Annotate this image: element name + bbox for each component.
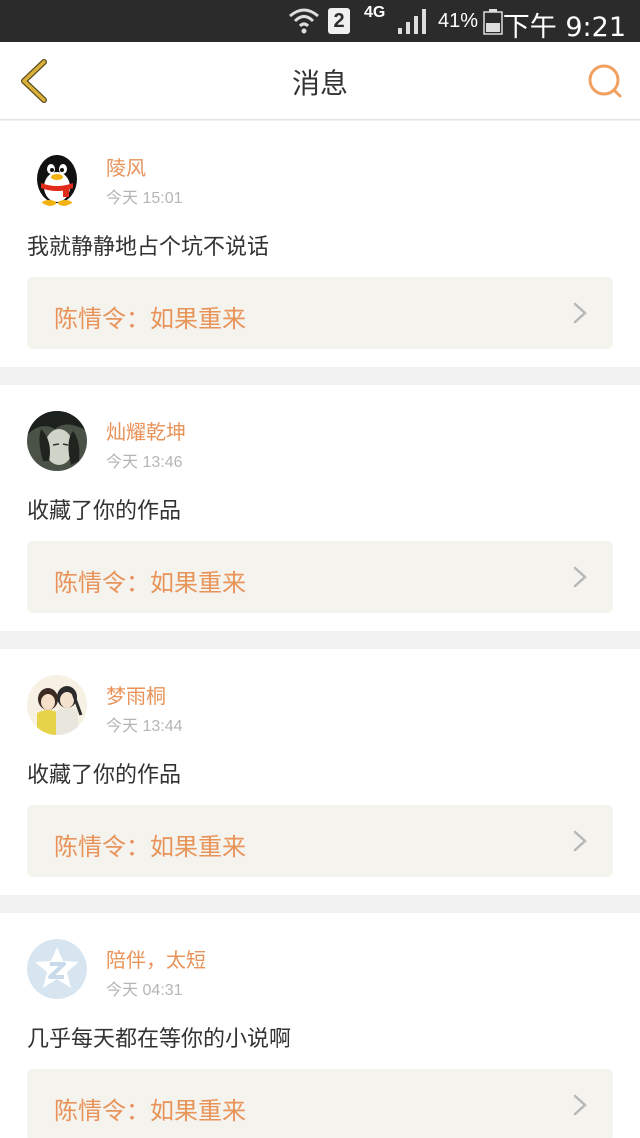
work-title: 陈情令：如果重来: [54, 569, 246, 597]
timestamp: 今天 13:44: [106, 718, 183, 735]
sim-indicator: 2: [328, 8, 350, 34]
chevron-right-icon: [573, 566, 587, 588]
signal-icon: [398, 9, 426, 34]
message-list: 陵风 今天 15:01 我就静静地占个坑不说话 陈情令：如果重来 灿耀乾坤 今天…: [0, 121, 640, 1138]
battery-percent: 41%: [438, 10, 479, 32]
work-link[interactable]: 陈情令：如果重来: [27, 541, 613, 613]
work-link[interactable]: 陈情令：如果重来: [27, 277, 613, 349]
page-title: 消息: [291, 67, 348, 100]
user-name[interactable]: 灿耀乾坤: [106, 416, 186, 445]
work-link[interactable]: 陈情令：如果重来: [27, 1069, 613, 1138]
work-title: 陈情令：如果重来: [54, 833, 246, 861]
clock: 下午 9:21: [502, 12, 626, 43]
penguin-avatar[interactable]: [27, 147, 87, 207]
network-type: 4G: [364, 4, 386, 21]
message-card: 灿耀乾坤 今天 13:46 收藏了你的作品 陈情令：如果重来: [0, 385, 640, 631]
user-name[interactable]: 梦雨桐: [106, 680, 166, 709]
message-text: 我就静静地占个坑不说话: [27, 235, 270, 260]
message-card: 梦雨桐 今天 13:44 收藏了你的作品 陈情令：如果重来: [0, 649, 640, 895]
timestamp: 今天 13:46: [106, 454, 183, 471]
message-card: 陵风 今天 15:01 我就静静地占个坑不说话 陈情令：如果重来: [0, 121, 640, 367]
status-bar: 2 4G 41% 下午 9:21: [0, 0, 640, 43]
user-name[interactable]: 陵风: [106, 152, 146, 181]
chevron-right-icon: [573, 1094, 587, 1116]
battery-icon: [483, 9, 503, 35]
work-link[interactable]: 陈情令：如果重来: [27, 805, 613, 877]
chevron-right-icon: [573, 830, 587, 852]
search-icon[interactable]: [586, 62, 624, 100]
anime-boy-avatar[interactable]: [27, 411, 87, 471]
timestamp: 今天 15:01: [106, 190, 183, 207]
chevron-right-icon: [573, 302, 587, 324]
default-z-avatar[interactable]: [27, 939, 87, 999]
wifi-icon: [289, 8, 319, 34]
work-title: 陈情令：如果重来: [54, 1097, 246, 1125]
message-text: 几乎每天都在等你的小说啊: [27, 1027, 292, 1052]
message-card: 陪伴，太短 今天 04:31 几乎每天都在等你的小说啊 陈情令：如果重来: [0, 913, 640, 1138]
timestamp: 今天 04:31: [106, 982, 183, 999]
nav-bar: 消息: [0, 42, 640, 120]
work-title: 陈情令：如果重来: [54, 305, 246, 333]
message-text: 收藏了你的作品: [27, 499, 182, 524]
user-name[interactable]: 陪伴，太短: [106, 944, 206, 973]
anime-couple-avatar[interactable]: [27, 675, 87, 735]
message-text: 收藏了你的作品: [27, 763, 182, 788]
